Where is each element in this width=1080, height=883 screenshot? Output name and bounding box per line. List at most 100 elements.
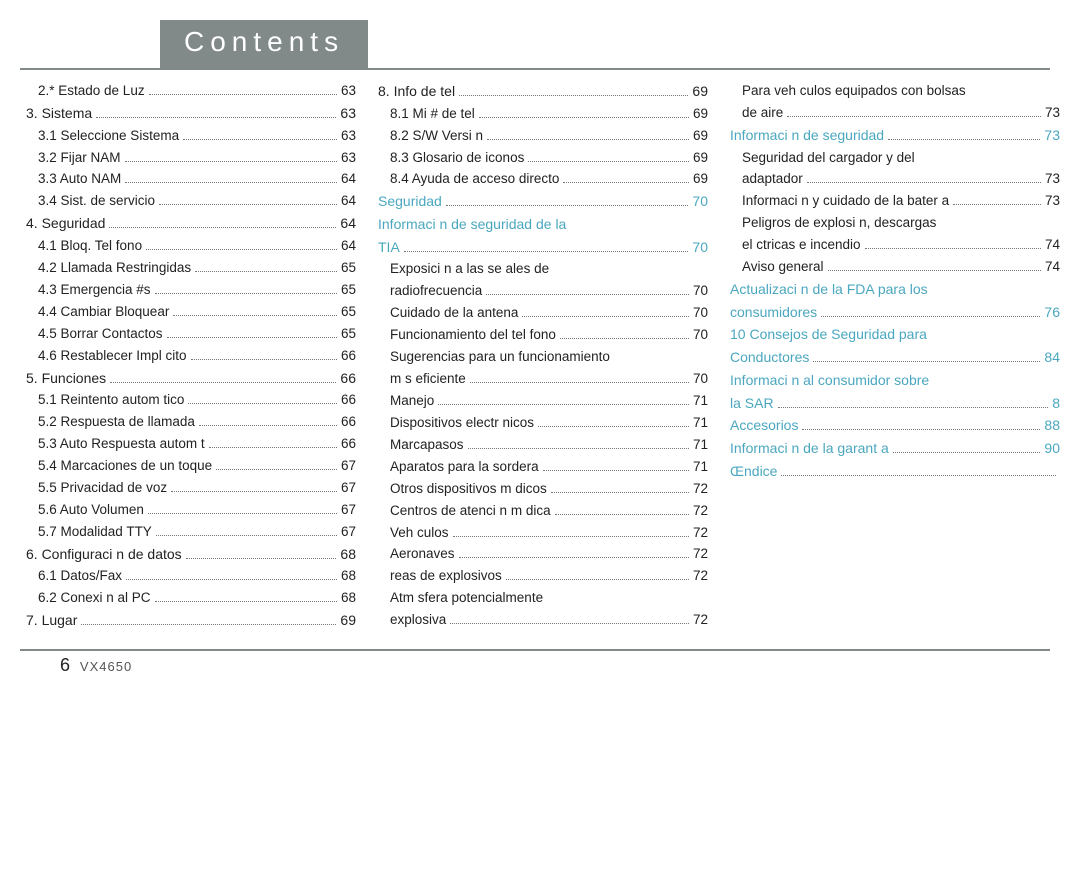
- toc-page: 67: [341, 478, 356, 499]
- toc-label: m s eficiente: [390, 369, 466, 390]
- toc-label: 4.5 Borrar Contactos: [38, 324, 163, 345]
- toc-label: 3. Sistema: [26, 103, 92, 125]
- toc-leader: [560, 338, 689, 339]
- toc-entry: 3. Sistema63: [20, 103, 356, 125]
- toc-leader: [453, 536, 689, 537]
- toc-entry: consumidores76: [724, 302, 1060, 324]
- toc-page: 72: [693, 566, 708, 587]
- toc-leader: [450, 623, 689, 624]
- toc-label: 4. Seguridad: [26, 213, 105, 235]
- toc-page: 73: [1045, 103, 1060, 124]
- toc-label: Peligros de explosi n, descargas: [742, 213, 936, 234]
- toc-label: Actualizaci n de la FDA para los: [730, 279, 928, 301]
- toc-label: 8. Info de tel: [378, 81, 455, 103]
- toc-entry: 5.5 Privacidad de voz67: [20, 478, 356, 499]
- toc-leader: [813, 361, 1040, 362]
- toc-entry: Marcapasos71: [372, 435, 708, 456]
- toc-leader: [188, 403, 337, 404]
- toc-leader: [125, 161, 337, 162]
- toc-leader: [506, 579, 689, 580]
- toc-label: 8.4 Ayuda de acceso directo: [390, 169, 559, 190]
- toc-page: 69: [693, 104, 708, 125]
- toc-entry: Sugerencias para un funcionamiento: [372, 347, 708, 368]
- toc-leader: [821, 316, 1040, 317]
- toc-label: el ctricas e incendio: [742, 235, 861, 256]
- toc-page: 74: [1045, 235, 1060, 256]
- toc-label: 10 Consejos de Seguridad para: [730, 324, 927, 346]
- toc-entry: 8. Info de tel69: [372, 81, 708, 103]
- toc-leader: [459, 557, 689, 558]
- toc-page: 64: [341, 236, 356, 257]
- toc-entry: Otros dispositivos m dicos72: [372, 479, 708, 500]
- toc-leader: [487, 139, 689, 140]
- toc-entry: 6.2 Conexi n al PC68: [20, 588, 356, 609]
- model-label: VX4650: [80, 659, 132, 674]
- toc-label: 5. Funciones: [26, 368, 106, 390]
- toc-entry: 3.1 Seleccione Sistema63: [20, 126, 356, 147]
- toc-page: 70: [693, 369, 708, 390]
- toc-leader: [109, 227, 336, 228]
- toc-entry: 5.6 Auto Volumen67: [20, 500, 356, 521]
- toc-entry: reas de explosivos72: [372, 566, 708, 587]
- toc-label: Informaci n y cuidado de la bater a: [742, 191, 949, 212]
- toc-page: 66: [340, 368, 356, 390]
- toc-page: 70: [692, 191, 708, 213]
- toc-page: 64: [341, 191, 356, 212]
- toc-leader: [156, 535, 337, 536]
- toc-entry: Aviso general74: [724, 257, 1060, 278]
- toc-entry: adaptador73: [724, 169, 1060, 190]
- toc-page: 65: [341, 302, 356, 323]
- toc-entry: Actualizaci n de la FDA para los: [724, 279, 1060, 301]
- toc-leader: [155, 601, 337, 602]
- toc-label: Sugerencias para un funcionamiento: [390, 347, 610, 368]
- toc-page: 90: [1044, 438, 1060, 460]
- toc-entry: 7. Lugar69: [20, 610, 356, 632]
- toc-label: TIA: [378, 237, 400, 259]
- toc-page: 70: [692, 237, 708, 259]
- toc-column-3: Para veh culos equipados con bolsasde ai…: [716, 80, 1068, 633]
- toc-label: Accesorios: [730, 415, 798, 437]
- page-title: Contents: [160, 20, 368, 68]
- toc-entry: Informaci n de la garant a90: [724, 438, 1060, 460]
- toc-page: 72: [693, 523, 708, 544]
- toc-label: 2.* Estado de Luz: [38, 81, 145, 102]
- toc-leader: [865, 248, 1041, 249]
- toc-label: 5.1 Reintento autom tico: [38, 390, 184, 411]
- toc-label: 3.3 Auto NAM: [38, 169, 121, 190]
- toc-label: Marcapasos: [390, 435, 464, 456]
- toc-leader: [167, 337, 337, 338]
- toc-entry: 6.1 Datos/Fax68: [20, 566, 356, 587]
- toc-label: 6. Configuraci n de datos: [26, 544, 182, 566]
- toc-leader: [486, 294, 689, 295]
- toc-page: 69: [693, 169, 708, 190]
- toc-entry: 4.2 Llamada Restringidas65: [20, 258, 356, 279]
- toc-entry: Para veh culos equipados con bolsas: [724, 81, 1060, 102]
- toc-leader: [191, 359, 337, 360]
- toc-entry: el ctricas e incendio 74: [724, 235, 1060, 256]
- toc-entry: m s eficiente 70: [372, 369, 708, 390]
- toc-label: 4.3 Emergencia #s: [38, 280, 151, 301]
- toc-entry: 4.5 Borrar Contactos65: [20, 324, 356, 345]
- toc-label: 8.2 S/W Versi n: [390, 126, 483, 147]
- toc-leader: [110, 382, 336, 383]
- toc-leader: [216, 469, 337, 470]
- footer: 6 VX4650: [0, 655, 1080, 676]
- toc-page: 72: [693, 610, 708, 631]
- toc-entry: radiofrecuencia70: [372, 281, 708, 302]
- toc-label: Atm sfera potencialmente: [390, 588, 543, 609]
- toc-leader: [404, 251, 689, 252]
- toc-page: 68: [341, 566, 356, 587]
- toc-label: 4.2 Llamada Restringidas: [38, 258, 191, 279]
- toc-page: 68: [340, 544, 356, 566]
- toc-label: 5.2 Respuesta de llamada: [38, 412, 195, 433]
- page-number: 6: [60, 655, 70, 675]
- toc-leader: [183, 139, 337, 140]
- toc-page: 69: [693, 148, 708, 169]
- toc-leader: [778, 407, 1049, 408]
- toc-leader: [186, 558, 337, 559]
- toc-entry: explosiva72: [372, 610, 708, 631]
- toc-entry: 3.3 Auto NAM64: [20, 169, 356, 190]
- toc-leader: [543, 470, 689, 471]
- toc-page: 72: [693, 544, 708, 565]
- toc-entry: Veh culos72: [372, 523, 708, 544]
